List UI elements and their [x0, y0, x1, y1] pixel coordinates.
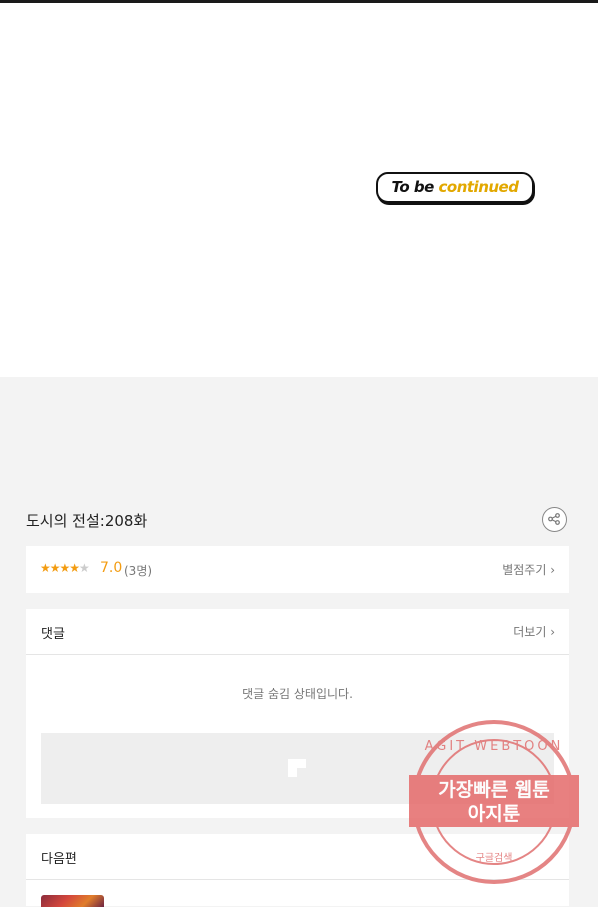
episode-title: 도시의 전설:208화 [26, 512, 148, 530]
rating-stars: ★★★★★ [40, 561, 90, 575]
to-be-continued-banner: To be continued [376, 172, 534, 203]
ad-placeholder [41, 733, 554, 804]
next-episode-header: 다음편 [26, 834, 569, 880]
next-episode-thumbnail[interactable] [41, 895, 104, 907]
rating-score: 7.0 [100, 560, 123, 576]
rate-button[interactable]: 별점주기 › [502, 561, 555, 578]
share-icon [548, 513, 560, 525]
next-episode-title: 다음편 [41, 852, 77, 867]
rating-count: (3명) [124, 564, 153, 578]
comments-hidden-message: 댓글 숨김 상태입니다. [242, 687, 353, 701]
comic-panel: To be continued [0, 3, 598, 377]
empty-star-icon: ★ [79, 561, 90, 575]
banner-text-a: To be [391, 178, 439, 196]
banner-text-b: continued [438, 178, 519, 196]
comments-card: 댓글 더보기 › 댓글 숨김 상태입니다. [26, 609, 569, 818]
next-episode-card: 다음편 [26, 834, 569, 907]
comments-more-link[interactable]: 더보기 › [513, 623, 555, 640]
comments-header: 댓글 더보기 › [26, 609, 569, 655]
rating-card: ★★★★★ 7.0 (3명) 별점주기 › [26, 546, 569, 593]
comments-title: 댓글 [41, 627, 65, 642]
image-placeholder-icon [288, 759, 306, 777]
half-star-icon: ★ [69, 561, 80, 575]
filled-stars: ★★★ [40, 561, 70, 575]
share-button[interactable] [542, 507, 567, 532]
